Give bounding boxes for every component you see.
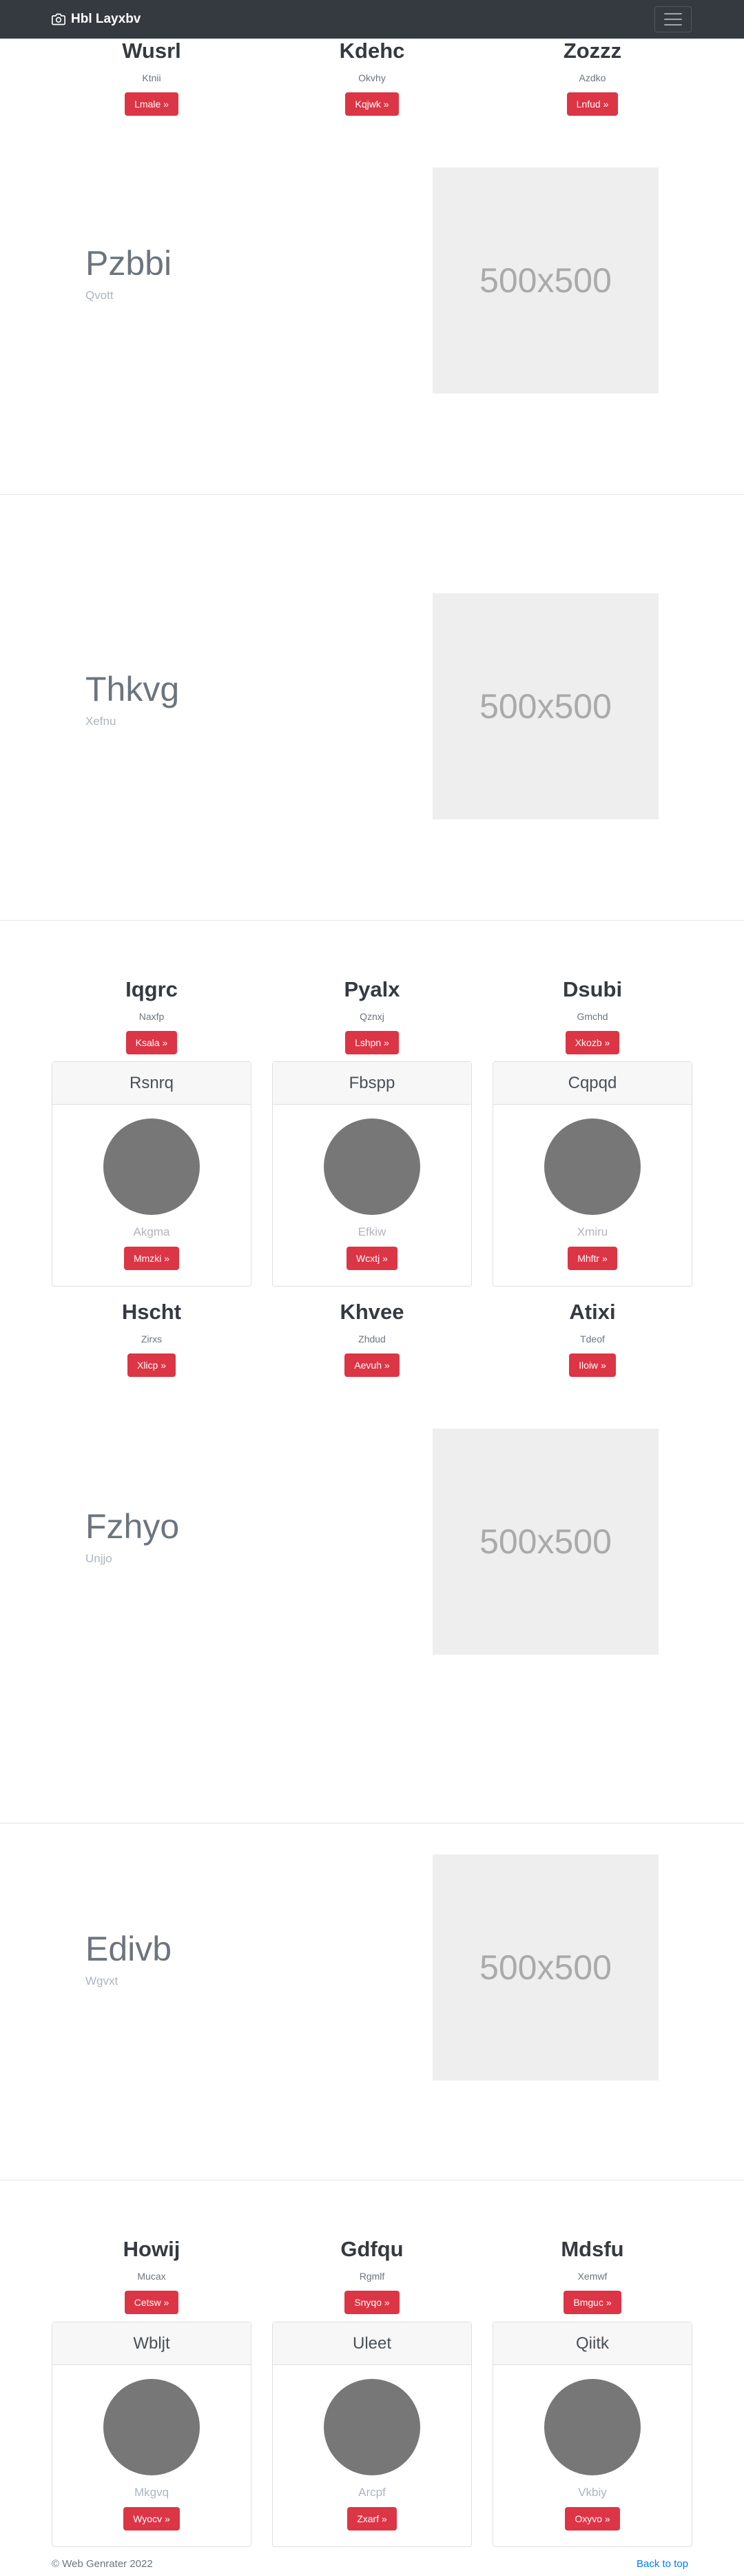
card: Qiitk Vkbiy Oxyvo » bbox=[493, 2322, 692, 2547]
featurette-subtitle: Qvott bbox=[85, 289, 114, 302]
feature-text: Zirxs bbox=[141, 1333, 163, 1345]
brand-link[interactable]: Hbl Layxbv bbox=[52, 12, 141, 27]
placeholder-image: 500x500 bbox=[433, 167, 659, 393]
feature-title: Iqgrc bbox=[125, 977, 178, 1001]
featurette-heading: Edivb bbox=[85, 1930, 172, 1968]
avatar bbox=[544, 1118, 641, 1215]
featurette-section: Thkvg Xefnu 500x500 bbox=[0, 495, 744, 921]
feature-title: Hscht bbox=[121, 1300, 182, 1324]
featurette-subtitle: Unjjo bbox=[85, 1552, 112, 1565]
feature-column: Hscht Zirxs Xlicp » bbox=[59, 1300, 245, 1377]
card-button[interactable]: Zxarf » bbox=[347, 2507, 397, 2531]
placeholder-label: 500x500 bbox=[479, 261, 612, 300]
feature-column: Pyalx Qznxj Lshpn » bbox=[279, 977, 465, 1054]
feature-button[interactable]: Bmguc » bbox=[564, 2291, 621, 2314]
feature-column: Dsubi Gmchd Xkozb » bbox=[499, 977, 685, 1054]
feature-column: Iqgrc Naxfp Ksala » bbox=[59, 977, 245, 1054]
feature-title: Wusrl bbox=[122, 39, 181, 63]
card-text: Xmiru bbox=[577, 1225, 608, 1238]
card-text: Mkgvq bbox=[134, 2486, 169, 2499]
feature-title: Howij bbox=[123, 2237, 180, 2261]
card-header: Uleet bbox=[273, 2322, 471, 2365]
feature-text: Xemwf bbox=[577, 2271, 608, 2282]
card: Uleet Arcpf Zxarf » bbox=[272, 2322, 472, 2547]
placeholder-image: 500x500 bbox=[433, 1429, 659, 1655]
card-text: Vkbiy bbox=[578, 2486, 607, 2499]
avatar bbox=[103, 1118, 200, 1215]
feature-button[interactable]: Lshpn » bbox=[345, 1031, 399, 1054]
card-text: Akgma bbox=[133, 1225, 170, 1238]
footer-copyright: © Web Genrater 2022 bbox=[52, 2558, 153, 2570]
card: Wbljt Mkgvq Wyocv » bbox=[52, 2322, 251, 2547]
placeholder-image: 500x500 bbox=[433, 1854, 659, 2081]
feature-text: Tdeof bbox=[580, 1333, 605, 1345]
feature-text: Qznxj bbox=[360, 1011, 384, 1022]
feature-column: Gdfqu Rgmlf Snyqo » bbox=[279, 2237, 465, 2314]
card-button[interactable]: Wyocv » bbox=[123, 2507, 180, 2531]
feature-button[interactable]: Ksala » bbox=[125, 1031, 178, 1054]
avatar bbox=[103, 2379, 200, 2475]
feature-button[interactable]: Snyqo » bbox=[344, 2291, 400, 2314]
feature-title: Dsubi bbox=[562, 977, 623, 1001]
feature-title: Gdfqu bbox=[340, 2237, 404, 2261]
featurette-section: Pzbbi Qvott 500x500 bbox=[0, 69, 744, 495]
card: Rsnrq Akgma Mmzki » bbox=[52, 1061, 251, 1287]
feature-text: Zhdud bbox=[358, 1333, 386, 1345]
card-text: Arcpf bbox=[358, 2486, 386, 2499]
avatar bbox=[324, 1118, 420, 1215]
feature-title: Pyalx bbox=[344, 977, 400, 1001]
feature-text: Rgmlf bbox=[359, 2271, 385, 2282]
feature-text: Naxfp bbox=[138, 1011, 165, 1022]
card-header: Rsnrq bbox=[52, 1062, 251, 1105]
feature-title: Zozzz bbox=[563, 39, 622, 63]
card-header: Cqpqd bbox=[493, 1062, 692, 1105]
avatar bbox=[544, 2379, 641, 2475]
feature-column: Khvee Zhdud Aevuh » bbox=[279, 1300, 465, 1377]
featurette-subtitle: Wgvxt bbox=[85, 1974, 118, 1987]
placeholder-label: 500x500 bbox=[479, 1522, 612, 1561]
navbar: Hbl Layxbv bbox=[0, 0, 744, 39]
feature-title: Khvee bbox=[340, 1300, 404, 1324]
placeholder-image: 500x500 bbox=[433, 593, 659, 819]
feature-column: Mdsfu Xemwf Bmguc » bbox=[499, 2237, 685, 2314]
featurette-subtitle: Xefnu bbox=[85, 715, 116, 728]
card-button[interactable]: Wcxtj » bbox=[347, 1247, 397, 1270]
feature-text: Mucax bbox=[137, 2271, 166, 2282]
featurette-heading: Pzbbi bbox=[85, 244, 172, 283]
featurette-heading: Fzhyo bbox=[85, 1507, 180, 1546]
hamburger-icon bbox=[664, 13, 682, 14]
feature-button[interactable]: Xlicp » bbox=[127, 1353, 176, 1377]
feature-title: Mdsfu bbox=[561, 2237, 624, 2261]
feature-button[interactable]: Aevuh » bbox=[344, 1353, 400, 1377]
featurette-heading: Thkvg bbox=[85, 670, 180, 708]
feature-text: Gmchd bbox=[577, 1011, 608, 1022]
avatar bbox=[324, 2379, 420, 2475]
feature-button[interactable]: Cetsw » bbox=[124, 2291, 179, 2314]
brand-name: Hbl Layxbv bbox=[71, 12, 141, 26]
placeholder-label: 500x500 bbox=[479, 687, 612, 726]
feature-column: Howij Mucax Cetsw » bbox=[59, 2237, 245, 2314]
feature-button[interactable]: Xkozb » bbox=[565, 1031, 620, 1054]
card-button[interactable]: Mmzki » bbox=[123, 1247, 180, 1270]
card-header: Qiitk bbox=[493, 2322, 692, 2365]
camera-icon bbox=[52, 13, 65, 25]
card-header: Fbspp bbox=[273, 1062, 471, 1105]
card-button[interactable]: Mhftr » bbox=[568, 1247, 617, 1270]
feature-column: Atixi Tdeof Iloiw » bbox=[499, 1300, 685, 1377]
feature-title: Kdehc bbox=[339, 39, 405, 63]
card: Cqpqd Xmiru Mhftr » bbox=[493, 1061, 692, 1287]
card-button[interactable]: Oxyvo » bbox=[565, 2507, 620, 2531]
featurette-section: Edivb Wgvxt 500x500 bbox=[0, 1755, 744, 2180]
menu-toggle-button[interactable] bbox=[654, 6, 692, 32]
feature-button[interactable]: Iloiw » bbox=[569, 1353, 616, 1377]
back-to-top-link[interactable]: Back to top bbox=[637, 2558, 688, 2570]
card-header: Wbljt bbox=[52, 2322, 251, 2365]
card-text: Efkiw bbox=[358, 1225, 386, 1238]
card: Fbspp Efkiw Wcxtj » bbox=[272, 1061, 472, 1287]
placeholder-label: 500x500 bbox=[479, 1948, 612, 1987]
feature-title: Atixi bbox=[569, 1300, 616, 1324]
